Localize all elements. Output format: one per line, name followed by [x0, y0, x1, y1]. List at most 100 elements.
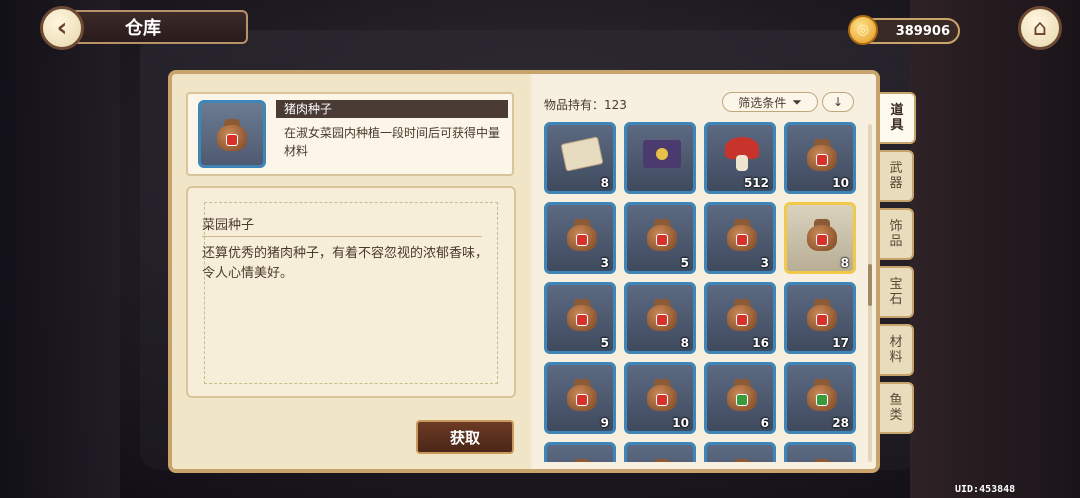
- inventory-slot[interactable]: 17: [784, 282, 856, 354]
- tab-5[interactable]: 鱼类: [880, 382, 914, 434]
- seed-bag-icon: [799, 451, 845, 462]
- funnel-icon: ⏷: [792, 94, 802, 109]
- tab-4[interactable]: 材料: [880, 324, 914, 376]
- inventory-slot[interactable]: 8: [624, 282, 696, 354]
- inventory-slot[interactable]: 5: [624, 202, 696, 274]
- seed-bag-icon: [799, 291, 845, 337]
- seed-bag-icon: [799, 371, 845, 417]
- page-title-bar: 仓库: [70, 10, 248, 44]
- coin-counter: ◎ 389906: [848, 15, 960, 45]
- tab-label: 武器: [889, 161, 903, 191]
- inventory-slot[interactable]: 8: [784, 202, 856, 274]
- inventory-slot[interactable]: 512: [704, 122, 776, 194]
- item-description: 还算优秀的猪肉种子，有着不容忽视的浓郁香味，令人心情美好。: [202, 246, 489, 281]
- tab-0[interactable]: 道具: [880, 92, 916, 144]
- inventory-slot[interactable]: [704, 442, 776, 462]
- tab-3[interactable]: 宝石: [880, 266, 914, 318]
- scroll-thumb[interactable]: [868, 264, 872, 306]
- inventory-slot[interactable]: 5: [544, 282, 616, 354]
- item-grid: 8 512 10 3 5 3 8 5 8 16 17 9 10 6 28: [544, 122, 864, 462]
- seed-bag-icon: [639, 451, 685, 462]
- item-thumbnail: [198, 100, 266, 168]
- item-count: 28: [832, 416, 849, 430]
- seed-bag-icon: [639, 371, 685, 417]
- tab-label: 宝石: [889, 277, 903, 307]
- item-brief: 在淑女菜园内种植一段时间后可获得中量材料: [284, 126, 501, 158]
- filter-label: 筛选条件: [738, 95, 787, 110]
- item-count: 512: [743, 176, 769, 190]
- envelope-icon: [639, 131, 685, 177]
- inventory-slot[interactable]: 9: [544, 362, 616, 434]
- background-right: [910, 0, 1080, 498]
- filter-button[interactable]: 筛选条件 ⏷: [722, 92, 818, 112]
- inventory-slot[interactable]: [624, 442, 696, 462]
- get-button[interactable]: 获取: [416, 420, 514, 454]
- tab-label: 饰品: [889, 219, 903, 249]
- inventory-slot[interactable]: 10: [624, 362, 696, 434]
- background-left: [0, 0, 120, 498]
- back-button[interactable]: ‹: [40, 6, 84, 50]
- seed-bag-icon: [559, 291, 605, 337]
- uid-label: UID:453848: [955, 484, 1016, 495]
- inventory-slot[interactable]: 28: [784, 362, 856, 434]
- item-count: 5: [680, 256, 689, 270]
- seed-bag-icon: [559, 371, 605, 417]
- coin-amount: 389906: [895, 23, 950, 39]
- inventory-slot[interactable]: 3: [704, 202, 776, 274]
- house-icon: ⌂: [1033, 15, 1047, 41]
- tab-1[interactable]: 武器: [880, 150, 914, 202]
- seed-bag-icon: [799, 211, 845, 257]
- grid-scrollbar[interactable]: [868, 124, 872, 462]
- item-description-box: 菜园种子 还算优秀的猪肉种子，有着不容忽视的浓郁香味，令人心情美好。: [186, 186, 516, 398]
- tab-2[interactable]: 饰品: [880, 208, 914, 260]
- seed-bag-icon: [639, 291, 685, 337]
- mushroom-icon: [719, 131, 765, 177]
- inventory-pane: 物品持有：123 筛选条件 ⏷ ↓ 8 512 10 3 5 3 8 5 8 16 17 9 10 6 28: [532, 74, 876, 469]
- seed-bag-icon: [719, 371, 765, 417]
- item-name: 猪肉种子: [276, 100, 508, 118]
- seed-bag-icon: [559, 211, 605, 257]
- item-count: 3: [600, 256, 609, 270]
- home-button[interactable]: ⌂: [1018, 6, 1062, 50]
- seed-bag-icon: [639, 211, 685, 257]
- inventory-slot[interactable]: 16: [704, 282, 776, 354]
- inventory-slot[interactable]: [624, 122, 696, 194]
- holding-count: 物品持有：123: [544, 98, 627, 112]
- item-count: 10: [832, 176, 849, 190]
- item-category: 菜园种子: [202, 218, 255, 233]
- sort-button[interactable]: ↓: [822, 92, 854, 112]
- arrow-down-icon: ↓: [832, 95, 844, 109]
- item-count: 16: [752, 336, 769, 350]
- arrow-left-icon: ‹: [56, 13, 68, 43]
- seed-bag-icon: [719, 211, 765, 257]
- page-title: 仓库: [125, 18, 161, 39]
- warehouse-panel: 猪肉种子 在淑女菜园内种植一段时间后可获得中量材料 菜园种子 还算优秀的猪肉种子…: [168, 70, 880, 473]
- item-count: 8: [680, 336, 689, 350]
- item-count: 5: [600, 336, 609, 350]
- item-header: 猪肉种子 在淑女菜园内种植一段时间后可获得中量材料: [186, 92, 514, 176]
- tab-label: 道具: [890, 103, 904, 133]
- item-count: 17: [832, 336, 849, 350]
- item-count: 8: [840, 256, 849, 270]
- category-tabs: 道具武器饰品宝石材料鱼类: [880, 92, 916, 437]
- inventory-slot[interactable]: 10: [784, 122, 856, 194]
- item-detail-pane: 猪肉种子 在淑女菜园内种植一段时间后可获得中量材料 菜园种子 还算优秀的猪肉种子…: [172, 74, 530, 469]
- seed-bag-icon: [215, 117, 249, 151]
- item-count: 6: [760, 416, 769, 430]
- inventory-slot[interactable]: [784, 442, 856, 462]
- inventory-slot[interactable]: 3: [544, 202, 616, 274]
- tab-label: 鱼类: [889, 393, 903, 423]
- divider: [202, 236, 482, 237]
- seed-bag-icon: [799, 131, 845, 177]
- tab-label: 材料: [889, 335, 903, 365]
- inventory-slot[interactable]: 6: [704, 362, 776, 434]
- seed-bag-icon: [719, 451, 765, 462]
- inventory-slot[interactable]: [544, 442, 616, 462]
- seed-bag-icon: [719, 291, 765, 337]
- gold-coin-icon: ◎: [848, 15, 878, 45]
- map-scroll-icon: [559, 131, 605, 177]
- inventory-slot[interactable]: 8: [544, 122, 616, 194]
- item-count: 3: [760, 256, 769, 270]
- item-count: 8: [600, 176, 609, 190]
- item-count: 10: [672, 416, 689, 430]
